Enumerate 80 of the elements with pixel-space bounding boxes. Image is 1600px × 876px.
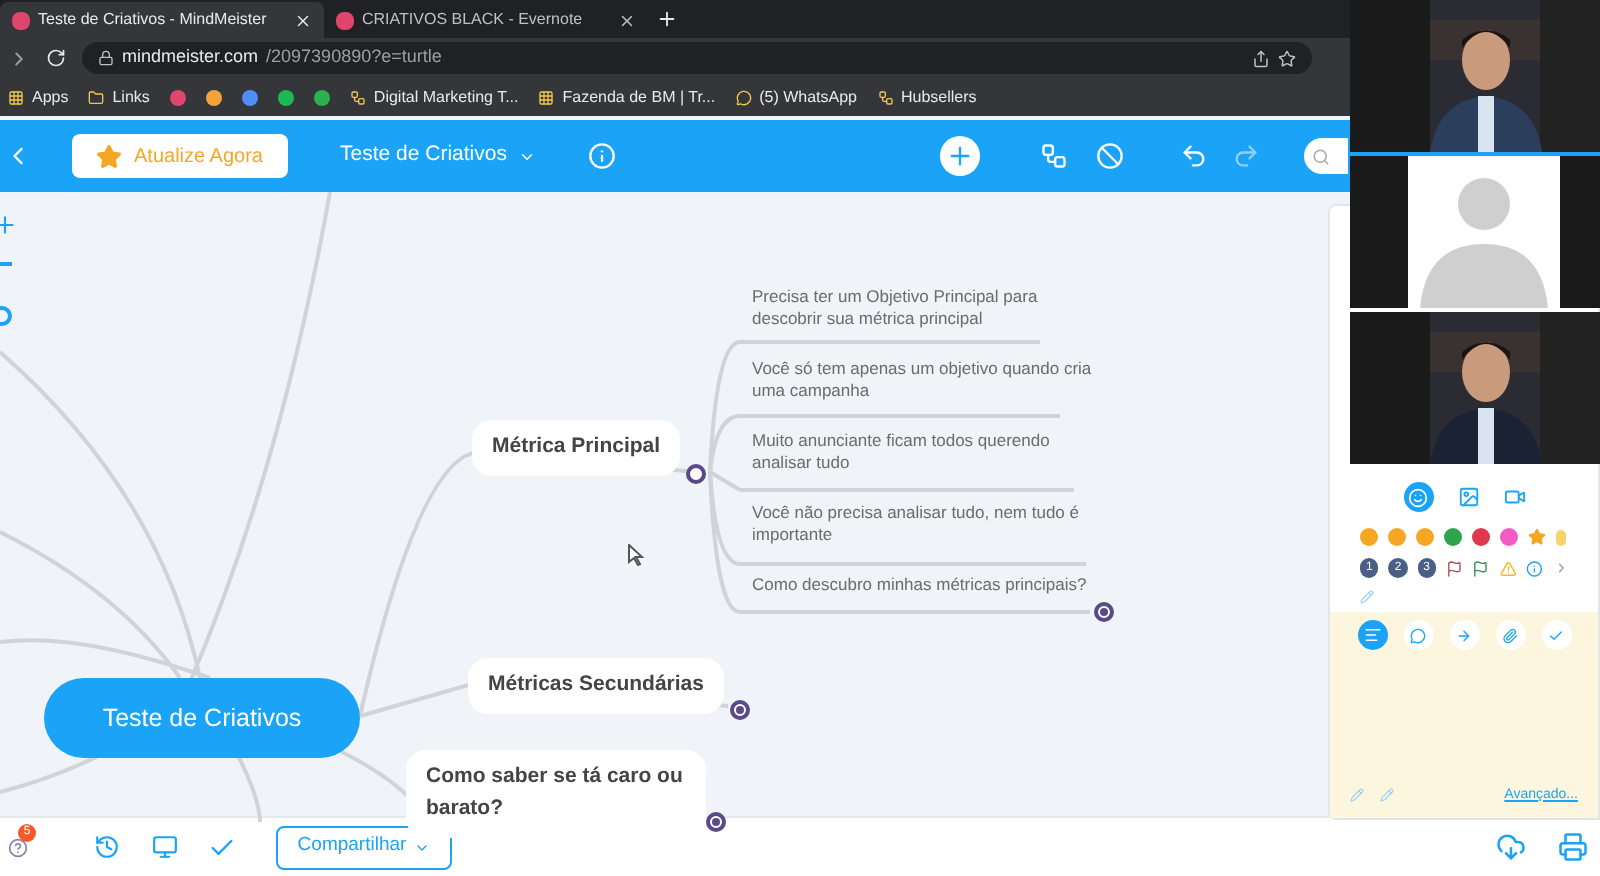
collapse-handle[interactable]	[686, 464, 706, 484]
root-topic: Teste de Criativos	[44, 678, 360, 758]
topic-node: Como saber se tá caro ou barato?	[406, 750, 706, 837]
arrow-icon	[1456, 627, 1472, 643]
clear-icon[interactable]	[1350, 788, 1364, 803]
note-text: Muito anunciante ficam todos querendo analisar tudo	[752, 430, 1052, 474]
bookmark-icon[interactable]	[313, 89, 330, 105]
smiley-icon	[1408, 487, 1428, 507]
bookmark-star-icon[interactable]	[1278, 49, 1296, 67]
search-field[interactable]	[1304, 138, 1349, 174]
bookmark-icon	[877, 89, 893, 105]
bookmark-icon	[88, 89, 105, 105]
collapse-handle[interactable]	[1094, 602, 1114, 622]
bookmark-icon	[538, 89, 555, 105]
text-lines-icon	[1363, 626, 1381, 644]
bookmark-item[interactable]: Digital Marketing T...	[349, 85, 519, 109]
speech-bubble-icon	[1410, 627, 1426, 643]
help-icon[interactable]	[8, 837, 28, 857]
redo-icon[interactable]	[1232, 142, 1261, 170]
note-text: Como descubro minhas métricas principais?	[752, 574, 1089, 596]
bookmark-icon	[349, 89, 366, 105]
site-icon	[12, 11, 30, 29]
collapse-handle[interactable]	[730, 700, 750, 720]
bookmark-icon[interactable]	[277, 89, 294, 105]
image-icon[interactable]	[1457, 486, 1479, 508]
link-tab[interactable]	[1449, 620, 1479, 650]
url-host: mindmeister.com	[122, 44, 259, 71]
browser-tab[interactable]: Teste de Criativos - MindMeister	[0, 2, 324, 38]
edit-icon[interactable]	[1380, 788, 1394, 803]
topic-node: Métricas Secundárias	[468, 658, 724, 714]
browser-tab[interactable]: CRIATIVOS BLACK - Evernote	[324, 2, 648, 38]
site-icon	[336, 11, 354, 29]
plus-icon	[946, 142, 975, 170]
bookmark-icon	[8, 89, 24, 105]
more-icon[interactable]	[1553, 560, 1568, 576]
cloud-download-icon[interactable]	[1496, 832, 1526, 862]
address-field[interactable]: mindmeister.com /2097390890?e=turtle	[82, 42, 1312, 74]
note-text: Você só tem apenas um objetivo quando cria uma campanha	[752, 358, 1094, 402]
note-text: Você não precisa analisar tudo, nem tudo é importante	[752, 502, 1081, 546]
clear-icon[interactable]	[1360, 590, 1374, 604]
bookmark-icon[interactable]	[241, 89, 258, 105]
bookmark-item[interactable]: Links	[88, 85, 150, 109]
search-icon	[1312, 147, 1331, 165]
bulb-icon[interactable]	[1556, 529, 1566, 545]
check-icon	[1548, 627, 1564, 643]
note-text: Precisa ter um Objetivo Principal para descobrir sua métrica principal	[752, 286, 1040, 330]
cursor-icon	[628, 544, 644, 566]
connection-icon[interactable]	[1040, 142, 1069, 170]
lock-icon	[98, 50, 114, 66]
attachment-tab[interactable]	[1495, 620, 1525, 650]
bookmark-item[interactable]: Apps	[8, 85, 69, 109]
new-tab-icon[interactable]	[656, 8, 678, 30]
share-icon[interactable]	[1252, 49, 1270, 67]
collapse-handle[interactable]	[706, 812, 726, 832]
url-path: /2097390890?e=turtle	[266, 44, 444, 71]
star-icon[interactable]	[1528, 528, 1546, 546]
bookmark-icon[interactable]	[169, 89, 186, 105]
history-icon[interactable]	[94, 834, 120, 860]
notes-tab[interactable]	[1357, 620, 1387, 650]
close-icon[interactable]	[618, 11, 636, 29]
print-icon[interactable]	[1558, 832, 1588, 862]
topic-node: Métrica Principal	[472, 420, 681, 476]
presentation-icon[interactable]	[152, 834, 178, 860]
star-icon	[96, 143, 122, 169]
undo-icon[interactable]	[1180, 142, 1209, 170]
add-topic-button[interactable]	[940, 136, 981, 176]
warning-icon[interactable]	[1499, 559, 1517, 577]
bookmark-item[interactable]: (5) WhatsApp	[735, 85, 857, 109]
bookmark-icon	[735, 89, 752, 105]
info-icon[interactable]	[1526, 559, 1544, 577]
bookmark-item[interactable]: Hubsellers	[877, 85, 977, 109]
paperclip-icon	[1502, 627, 1518, 643]
no-style-icon[interactable]	[1096, 142, 1125, 170]
emoji-tab[interactable]	[1403, 482, 1433, 512]
task-tab[interactable]	[1541, 620, 1571, 650]
comment-tab[interactable]	[1403, 620, 1433, 650]
reload-icon[interactable]	[46, 48, 66, 68]
bookmark-icon[interactable]	[205, 89, 222, 105]
bookmark-item[interactable]: Fazenda de BM | Tr...	[538, 85, 716, 109]
video-icon[interactable]	[1503, 486, 1525, 508]
